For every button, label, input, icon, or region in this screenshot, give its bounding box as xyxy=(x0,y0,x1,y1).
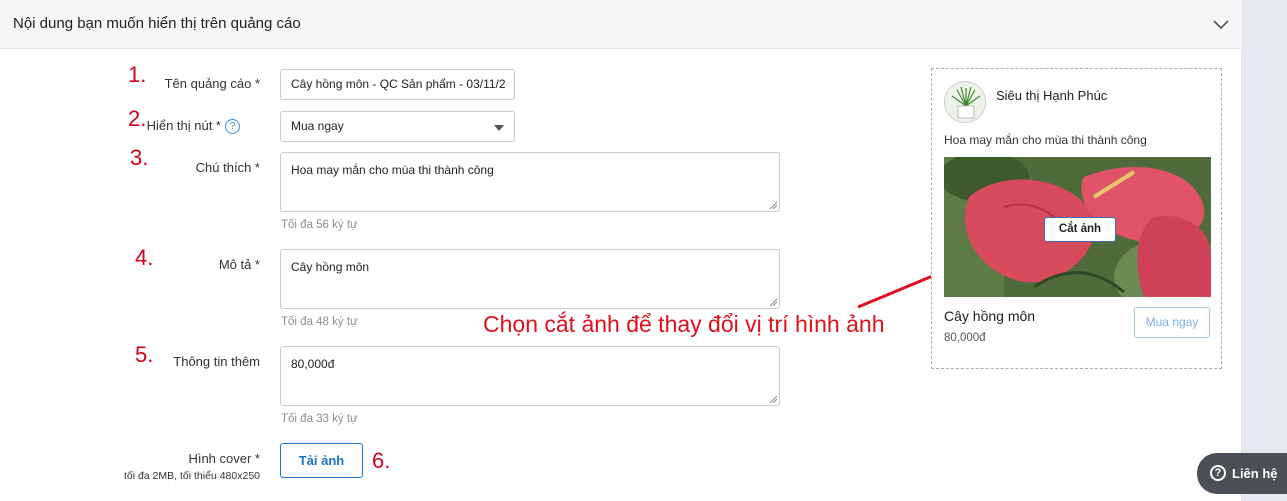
contact-label: Liên hệ xyxy=(1232,466,1278,481)
caption-hint: Tối đa 56 ký tự xyxy=(281,219,358,231)
resize-handle-icon[interactable] xyxy=(769,395,777,403)
caption-textarea[interactable]: Hoa may mắn cho mùa thi thành công xyxy=(280,152,780,212)
page-avatar xyxy=(944,81,986,123)
preview-image: Cắt ảnh xyxy=(944,157,1211,297)
extra-info-textarea[interactable]: 80,000đ xyxy=(280,346,780,406)
description-hint: Tối đa 48 ký tự xyxy=(281,316,358,328)
extra-info-label: Thông tin thêm xyxy=(173,354,260,369)
ad-preview-card: Siêu thị Hạnh Phúc Hoa may mắn cho mùa t… xyxy=(931,68,1222,369)
crop-image-button[interactable]: Cắt ảnh xyxy=(1044,217,1116,242)
step-number-6: 6. xyxy=(372,448,391,473)
product-title: Cây hồng môn xyxy=(944,308,1036,324)
description-label: Mô tả * xyxy=(218,257,260,272)
product-price: 80,000đ xyxy=(944,332,986,344)
page-name: Siêu thị Hạnh Phúc xyxy=(996,88,1108,103)
buy-now-button[interactable]: Mua ngay xyxy=(1134,307,1210,338)
show-button-label: Hiển thị nút *? xyxy=(80,118,240,135)
ad-name-input[interactable]: Cây hồng môn - QC Sản phẩm - 03/11/2 xyxy=(280,69,515,100)
resize-handle-icon[interactable] xyxy=(769,201,777,209)
scrollbar-track[interactable] xyxy=(1243,0,1287,501)
cover-label: Hình cover * xyxy=(188,451,260,466)
extra-info-hint: Tối đa 33 ký tự xyxy=(281,413,358,425)
chevron-down-icon[interactable] xyxy=(1211,14,1231,34)
caption-text: Hoa may mắn cho mùa thi thành công xyxy=(291,163,494,177)
contact-button[interactable]: ? Liên hệ xyxy=(1197,453,1287,494)
resize-handle-icon[interactable] xyxy=(769,298,777,306)
show-button-selected: Mua ngay xyxy=(291,119,344,133)
ad-content-panel: Nội dung bạn muốn hiển thị trên quảng cá… xyxy=(0,0,1242,501)
panel-header[interactable]: Nội dung bạn muốn hiển thị trên quảng cá… xyxy=(0,0,1242,49)
question-icon: ? xyxy=(1210,465,1226,481)
show-button-select[interactable]: Mua ngay xyxy=(280,111,515,142)
preview-caption: Hoa may mắn cho mùa thi thành công xyxy=(944,133,1147,147)
upload-image-button[interactable]: Tải ảnh xyxy=(280,443,363,478)
caret-down-icon xyxy=(494,125,504,131)
cover-sublabel: tối đa 2MB, tối thiểu 480x250 xyxy=(123,470,260,482)
description-textarea[interactable]: Cây hồng môn xyxy=(280,249,780,309)
panel-title: Nội dung bạn muốn hiển thị trên quảng cá… xyxy=(13,15,301,32)
extra-info-text: 80,000đ xyxy=(291,357,335,371)
help-icon[interactable]: ? xyxy=(225,119,240,135)
ad-name-label: Tên quảng cáo * xyxy=(164,76,260,91)
caption-label: Chú thích * xyxy=(195,160,260,175)
crop-annotation: Chọn cắt ảnh để thay đổi vị trí hình ảnh xyxy=(483,311,885,337)
description-text: Cây hồng môn xyxy=(291,260,370,274)
